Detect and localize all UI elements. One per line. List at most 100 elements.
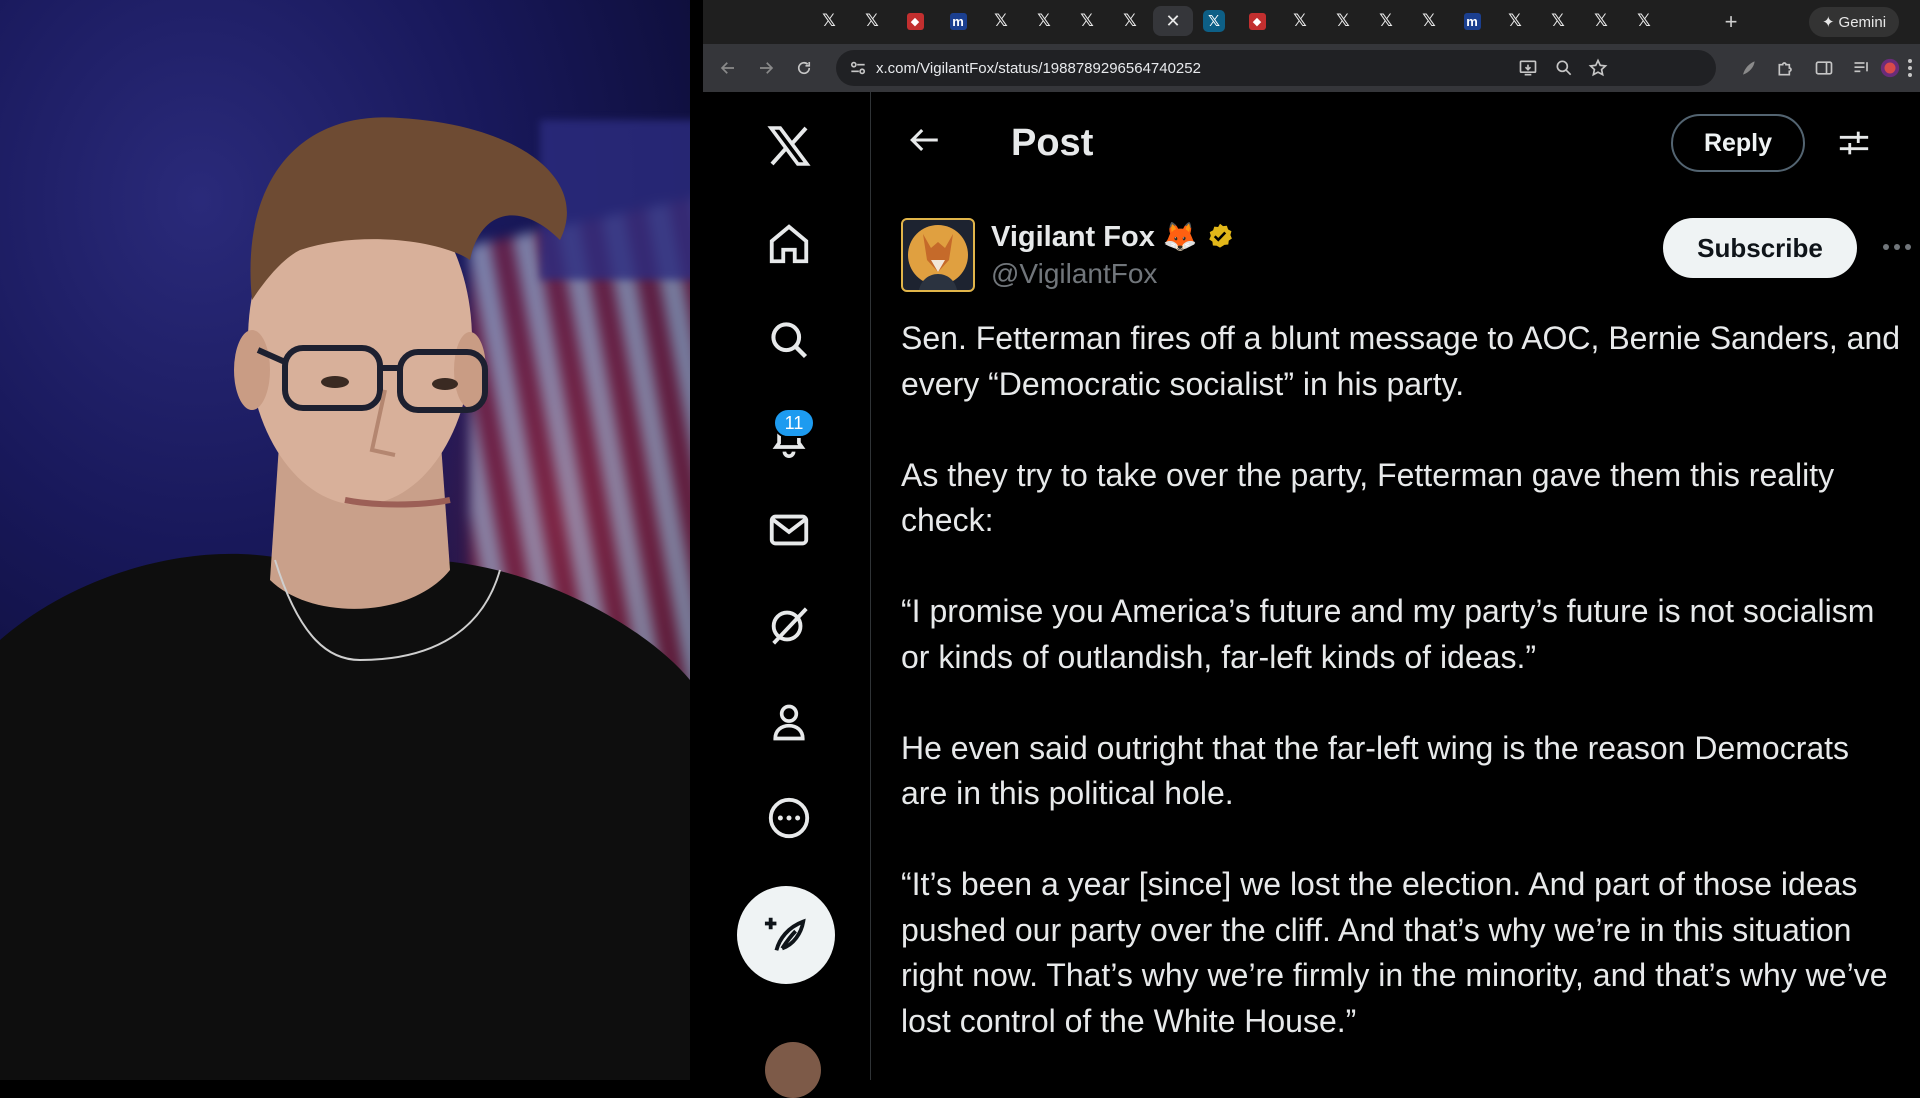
close-tab-icon[interactable]: ✕: [1165, 11, 1180, 32]
author-name[interactable]: Vigilant Fox 🦊: [991, 220, 1234, 254]
new-tab-button[interactable]: +: [1717, 8, 1745, 36]
x-favicon-icon: 𝕏: [1508, 11, 1522, 31]
site-info-icon[interactable]: [848, 58, 868, 78]
x-sidebar: 11: [703, 92, 871, 1098]
browser-tab[interactable]: ◆: [1239, 6, 1275, 36]
browser-tab[interactable]: 𝕏: [1583, 6, 1619, 36]
x-favicon-icon: 𝕏: [1037, 11, 1051, 31]
nav-grok[interactable]: [761, 598, 817, 654]
forward-nav-button[interactable]: [751, 53, 781, 83]
browser-tab[interactable]: 𝕏: [1196, 6, 1232, 36]
kebab-menu-icon: [1908, 59, 1912, 77]
more-horizontal-icon: [1883, 244, 1911, 250]
browser-tab[interactable]: ◆: [897, 6, 933, 36]
browser-tab[interactable]: 𝕏: [1026, 6, 1062, 36]
nav-home[interactable]: [761, 216, 817, 272]
browser-tab[interactable]: 𝕏: [811, 6, 847, 36]
fox-emoji-icon: 🦊: [1162, 221, 1198, 252]
address-bar[interactable]: x.com/VigilantFox/status/198878929656474…: [836, 50, 1716, 86]
news-favicon-icon: ◆: [906, 12, 924, 30]
browser-menu-button[interactable]: [1901, 53, 1919, 83]
profile-avatar-icon: [1880, 58, 1900, 78]
media-controls-button[interactable]: [1847, 53, 1877, 83]
back-button[interactable]: [903, 118, 947, 162]
browser-tab[interactable]: 𝕏: [983, 6, 1019, 36]
browser-tab[interactable]: m: [1454, 6, 1490, 36]
side-panel-icon: [1815, 61, 1833, 75]
tab-strip: 𝕏 𝕏 ◆ m 𝕏 𝕏 𝕏 𝕏 ✕ 𝕏 ◆ 𝕏 𝕏 𝕏 𝕏 m 𝕏 𝕏 𝕏 𝕏 …: [703, 0, 1920, 44]
url-text[interactable]: x.com/VigilantFox/status/198878929656474…: [876, 60, 1201, 77]
post-paragraph: Sen. Fetterman fires off a blunt message…: [901, 320, 1901, 402]
home-icon: [769, 224, 809, 264]
browser-tab[interactable]: 𝕏: [1325, 6, 1361, 36]
page-title: Post: [1011, 122, 1094, 164]
post-more-button[interactable]: [1877, 232, 1917, 262]
m-favicon-icon: m: [949, 12, 967, 30]
author-handle[interactable]: @VigilantFox: [991, 258, 1157, 290]
notifications-count-badge: 11: [773, 408, 815, 438]
x-logo-icon: [767, 126, 811, 166]
presenter: [0, 117, 690, 1080]
account-avatar[interactable]: [765, 1042, 821, 1098]
browser-tab[interactable]: 𝕏: [1282, 6, 1318, 36]
post-paragraph: As they try to take over the party, Fett…: [901, 456, 1835, 539]
x-favicon-icon: 𝕏: [865, 11, 879, 31]
browser-tab[interactable]: 𝕏: [1540, 6, 1576, 36]
x-favicon-icon: 𝕏: [822, 11, 836, 31]
person-icon: [773, 704, 805, 741]
x-favicon-icon: 𝕏: [994, 11, 1008, 31]
nav-messages[interactable]: [761, 502, 817, 558]
zoom-icon[interactable]: [1554, 58, 1574, 78]
browser-tab-active[interactable]: ✕: [1153, 6, 1193, 36]
arrow-left-icon: [720, 62, 734, 74]
post-paragraph: He even said outright that the far-left …: [901, 729, 1850, 812]
x-favicon-icon: 𝕏: [1551, 11, 1565, 31]
back-nav-button[interactable]: [713, 53, 743, 83]
browser-tab[interactable]: 𝕏: [854, 6, 890, 36]
install-app-icon[interactable]: [1518, 58, 1538, 78]
browser-tab[interactable]: 𝕏: [1497, 6, 1533, 36]
reply-button[interactable]: Reply: [1671, 114, 1805, 172]
extension-button[interactable]: [1733, 53, 1763, 83]
post-column: Post Reply Vigilant Fox 🦊 @VigilantFox S…: [871, 92, 1920, 1080]
author-avatar[interactable]: [901, 218, 975, 292]
x-favicon-icon: 𝕏: [1422, 11, 1436, 31]
post-settings-button[interactable]: [1831, 120, 1877, 166]
author-name-text: Vigilant Fox: [991, 221, 1155, 253]
more-circle-icon: [768, 797, 810, 839]
x-logo-link[interactable]: [761, 118, 817, 174]
x-favicon-icon: 𝕏: [1594, 11, 1608, 31]
browser-tab[interactable]: 𝕏: [1626, 6, 1662, 36]
arrow-right-icon: [760, 62, 774, 74]
sparkle-icon: ✦: [1821, 14, 1835, 31]
music-queue-icon: [1854, 62, 1868, 73]
compose-post-button[interactable]: [737, 886, 835, 984]
browser-tab[interactable]: 𝕏: [1368, 6, 1404, 36]
bookmark-star-icon[interactable]: [1588, 58, 1608, 78]
nav-explore[interactable]: [761, 312, 817, 368]
browser-tab[interactable]: 𝕏: [1112, 6, 1148, 36]
x-page: 11 Post Reply Vigilant Fox 🦊 @VigilantFo…: [703, 92, 1920, 1098]
browser-tab[interactable]: 𝕏: [1069, 6, 1105, 36]
side-panel-button[interactable]: [1809, 53, 1839, 83]
news-favicon-icon: ◆: [1248, 12, 1266, 30]
search-icon: [771, 322, 808, 359]
reload-icon: [797, 61, 811, 75]
post-paragraph: “It’s been a year [since] we lost the el…: [901, 866, 1888, 1039]
arrow-left-icon: [910, 128, 938, 152]
nav-profile[interactable]: [761, 694, 817, 750]
webcam-video: [0, 0, 690, 1080]
gemini-button[interactable]: ✦ Gemini: [1809, 7, 1899, 37]
browser-tab[interactable]: m: [940, 6, 976, 36]
m-favicon-icon: m: [1463, 12, 1481, 30]
puzzle-icon: [1778, 62, 1792, 76]
browser-toolbar: x.com/VigilantFox/status/198878929656474…: [703, 44, 1920, 92]
subscribe-button[interactable]: Subscribe: [1663, 218, 1857, 278]
extensions-button[interactable]: [1771, 53, 1801, 83]
reload-button[interactable]: [789, 53, 819, 83]
grok-icon: [771, 607, 808, 645]
post-text: Sen. Fetterman fires off a blunt message…: [901, 316, 1901, 1090]
verified-badge-icon: [1209, 223, 1232, 248]
nav-more[interactable]: [761, 790, 817, 846]
browser-tab[interactable]: 𝕏: [1411, 6, 1447, 36]
